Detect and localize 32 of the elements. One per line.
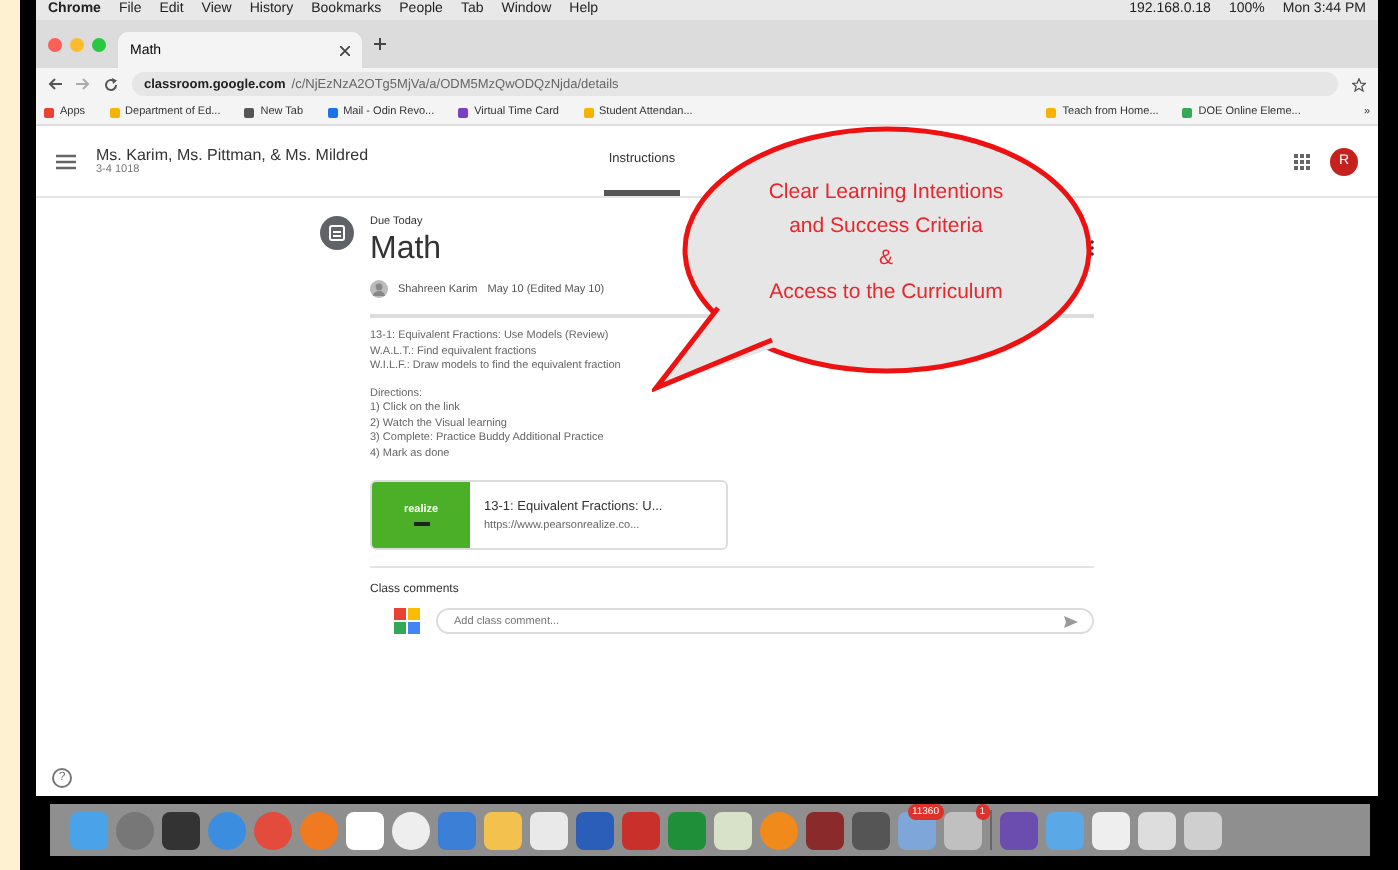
avatar-icon	[370, 280, 388, 298]
app-icon[interactable]	[713, 811, 751, 849]
class-name: Ms. Karim, Ms. Pittman, & Ms. Mildred	[96, 146, 371, 164]
maximize-icon[interactable]	[92, 37, 106, 51]
star-icon[interactable]	[1352, 77, 1366, 91]
app-icon[interactable]	[483, 811, 521, 849]
app-icon[interactable]	[621, 811, 659, 849]
dock-item-icon[interactable]	[1045, 811, 1083, 849]
assignment-icon	[320, 216, 354, 250]
reload-icon[interactable]	[104, 77, 118, 91]
user-avatar-icon	[394, 608, 420, 634]
back-icon[interactable]	[48, 78, 62, 90]
close-icon[interactable]	[340, 45, 350, 55]
app-icon[interactable]	[575, 811, 613, 849]
dock-item-icon[interactable]	[1091, 811, 1129, 849]
app-icon[interactable]	[161, 811, 199, 849]
app-icon[interactable]	[805, 811, 843, 849]
apps-grid-icon[interactable]	[1294, 153, 1310, 169]
new-tab-icon[interactable]	[374, 38, 386, 50]
forward-icon[interactable]	[76, 78, 90, 90]
minimize-icon[interactable]	[70, 37, 84, 51]
app-icon[interactable]	[529, 811, 567, 849]
callout-text: Clear Learning Intentions and Success Criteria & Access to the Curriculum	[766, 178, 1006, 307]
send-icon[interactable]	[1064, 615, 1078, 627]
assignment-title: Math	[370, 232, 442, 268]
dock-item-icon[interactable]	[999, 811, 1037, 849]
dock-item-icon[interactable]	[1137, 811, 1175, 849]
app-icon[interactable]	[391, 811, 429, 849]
dock-item-icon[interactable]	[1183, 811, 1221, 849]
menu-icon[interactable]	[56, 153, 76, 169]
app-icon[interactable]	[345, 811, 383, 849]
app-icon[interactable]	[851, 811, 889, 849]
